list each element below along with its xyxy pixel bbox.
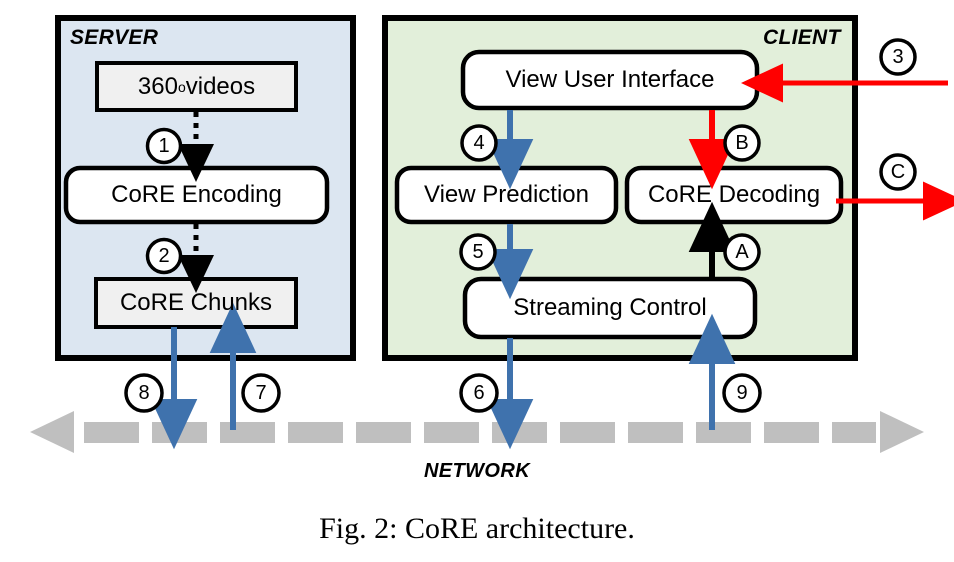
marker-circle-1 <box>145 127 183 165</box>
client-panel-label: CLIENT <box>763 26 841 49</box>
marker-circle-b <box>723 124 761 162</box>
marker-circle-9 <box>722 373 762 413</box>
server-panel-label: SERVER <box>70 26 159 49</box>
marker-circle-c <box>879 153 917 191</box>
marker-circle-7 <box>241 373 281 413</box>
marker-circle-a <box>723 233 761 271</box>
node-core-chunks[interactable] <box>94 277 298 329</box>
marker-circle-3 <box>879 38 917 76</box>
marker-circle-6 <box>459 373 499 413</box>
node-360-videos[interactable] <box>95 61 298 112</box>
figure-core-architecture: SERVER CLIENT 360o videos CoRE Encoding … <box>0 0 954 562</box>
node-streaming-control[interactable] <box>462 276 758 340</box>
network-bus <box>30 411 924 453</box>
figure-caption: Fig. 2: CoRE architecture. <box>319 512 635 545</box>
network-label: NETWORK <box>423 460 531 482</box>
node-core-decoding[interactable] <box>624 165 844 225</box>
node-core-encoding[interactable] <box>63 165 330 225</box>
node-view-user-interface[interactable] <box>460 49 760 111</box>
node-view-prediction[interactable] <box>394 165 619 225</box>
marker-circle-8 <box>124 373 164 413</box>
marker-circle-4 <box>460 124 498 162</box>
marker-circle-2 <box>145 237 183 275</box>
marker-circle-5 <box>459 233 497 271</box>
